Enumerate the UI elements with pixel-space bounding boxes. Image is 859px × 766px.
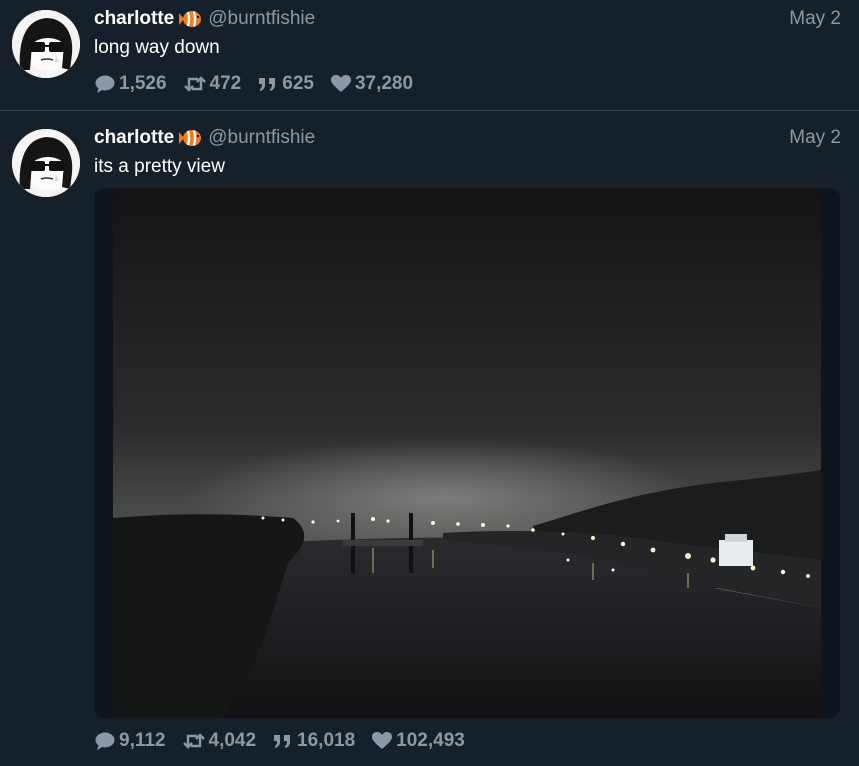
- quote-button[interactable]: 16,018: [272, 730, 355, 752]
- quote-count: 16,018: [297, 730, 356, 751]
- fish-emoji-icon: [178, 128, 202, 148]
- display-name[interactable]: charlotte: [94, 127, 174, 149]
- reply-button[interactable]: 1,526: [94, 73, 167, 95]
- tweet-text: long way down: [94, 37, 220, 58]
- like-count: 37,280: [354, 73, 414, 94]
- tweet-header: charlotte @burntfishie May 2: [94, 7, 841, 31]
- heart-icon: [372, 732, 393, 749]
- tweet-actions: 1,526 472 625 37,280: [94, 71, 429, 97]
- quote-icon: [259, 78, 276, 91]
- like-count: 102,493: [396, 730, 465, 751]
- fish-emoji-icon: [178, 9, 202, 29]
- tweet-text: its a pretty view: [94, 156, 225, 177]
- like-button[interactable]: 37,280: [330, 73, 413, 95]
- user-handle[interactable]: @burntfishie: [208, 127, 315, 149]
- heart-icon: [330, 75, 351, 92]
- tweet-photo[interactable]: [94, 188, 840, 718]
- night-river-photo: [113, 188, 821, 718]
- avatar[interactable]: [12, 10, 80, 78]
- tweet-date[interactable]: May 2: [789, 8, 841, 30]
- quote-button[interactable]: 625: [257, 73, 314, 95]
- retweet-button[interactable]: 4,042: [182, 730, 257, 752]
- like-button[interactable]: 102,493: [371, 730, 465, 752]
- retweet-count: 472: [209, 73, 242, 94]
- reply-button[interactable]: 9,112: [94, 730, 166, 752]
- quote-count: 625: [282, 73, 314, 94]
- avatar[interactable]: [12, 129, 80, 197]
- reply-icon: [95, 732, 115, 750]
- timeline: charlotte @burntfishie May 2 long way do…: [0, 0, 859, 766]
- reply-icon: [95, 75, 115, 93]
- retweet-count: 4,042: [208, 730, 257, 751]
- reply-count: 9,112: [119, 730, 166, 751]
- quote-icon: [274, 735, 291, 748]
- retweet-icon: [183, 76, 206, 92]
- tweet-date[interactable]: May 2: [789, 127, 841, 149]
- tweet-header: charlotte @burntfishie May 2: [94, 126, 841, 150]
- tweet[interactable]: charlotte @burntfishie May 2 its a prett…: [0, 111, 859, 766]
- display-name[interactable]: charlotte: [94, 8, 174, 30]
- reply-count: 1,526: [119, 73, 167, 94]
- tweet[interactable]: charlotte @burntfishie May 2 long way do…: [0, 0, 859, 111]
- tweet-actions: 9,112 4,042 16,018 102,493: [94, 728, 481, 754]
- retweet-button[interactable]: 472: [183, 73, 242, 95]
- user-handle[interactable]: @burntfishie: [208, 8, 315, 30]
- retweet-icon: [182, 733, 205, 749]
